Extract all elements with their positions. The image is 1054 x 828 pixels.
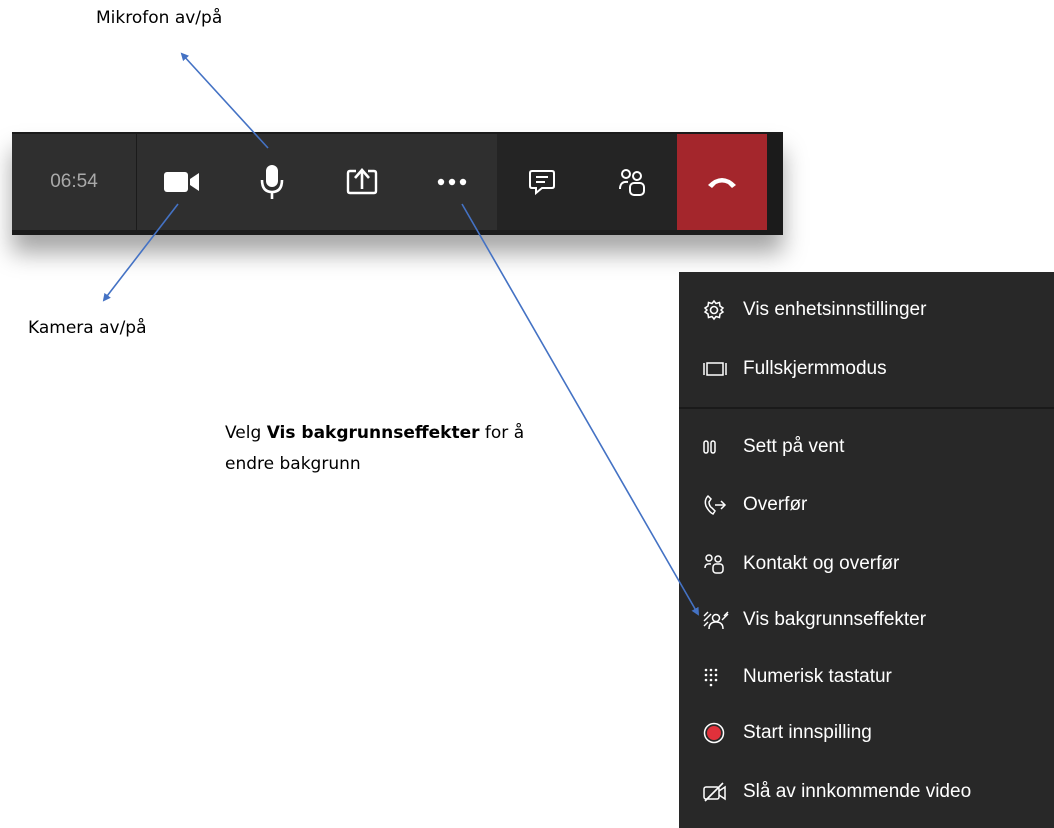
call-toolbar: 06:54 [12, 132, 783, 235]
record-icon [703, 722, 733, 744]
microphone-button[interactable] [227, 134, 317, 230]
instruction-suffix: for å [479, 423, 525, 443]
menu-item-label: Kontakt og overfør [743, 553, 900, 574]
instruction-callout: Velg Vis bakgrunnseffekter for å endre b… [225, 418, 625, 480]
more-options-button[interactable] [407, 134, 497, 230]
microphone-icon [260, 164, 284, 200]
transfer-call-icon [703, 494, 733, 516]
share-screen-button[interactable] [317, 134, 407, 230]
instruction-prefix: Velg [225, 423, 267, 443]
menu-item-start-recording[interactable]: Start innspilling [679, 713, 1054, 753]
gear-icon [703, 299, 733, 321]
mic-callout-label: Mikrofon av/på [96, 8, 223, 28]
dialpad-icon [703, 667, 733, 687]
menu-item-device-settings[interactable]: Vis enhetsinnstillinger [679, 290, 1054, 330]
camera-callout-label: Kamera av/på [28, 318, 147, 338]
share-screen-icon [346, 167, 378, 197]
background-effects-icon [703, 610, 733, 630]
menu-item-background-effects[interactable]: Vis bakgrunnseffekter [679, 600, 1054, 640]
menu-item-dialpad[interactable]: Numerisk tastatur [679, 657, 1054, 697]
call-timer: 06:54 [12, 134, 137, 230]
camera-button[interactable] [137, 134, 227, 230]
menu-item-label: Overfør [743, 494, 808, 515]
menu-item-label: Vis bakgrunnseffekter [743, 609, 927, 630]
menu-item-transfer[interactable]: Overfør [679, 485, 1054, 525]
hang-up-button[interactable] [677, 134, 767, 230]
participants-icon [617, 167, 647, 197]
hang-up-icon [706, 175, 738, 189]
menu-item-consult-transfer[interactable]: Kontakt og overfør [679, 544, 1054, 584]
chat-icon [528, 168, 556, 196]
menu-item-fullscreen[interactable]: Fullskjermmodus [679, 349, 1054, 389]
menu-item-label: Fullskjermmodus [743, 358, 887, 379]
more-options-menu: Vis enhetsinnstillinger Fullskjermmodus … [679, 272, 1054, 828]
menu-item-hold[interactable]: Sett på vent [679, 427, 1054, 467]
video-off-icon [703, 782, 733, 802]
consult-transfer-icon [703, 553, 733, 575]
menu-item-label: Slå av innkommende video [743, 781, 972, 802]
menu-item-label: Vis enhetsinnstillinger [743, 299, 927, 320]
video-camera-icon [164, 170, 200, 194]
menu-item-label: Start innspilling [743, 722, 872, 743]
menu-item-label: Sett på vent [743, 436, 845, 457]
instruction-bold: Vis bakgrunnseffekter [266, 423, 480, 443]
menu-item-turn-off-incoming-video[interactable]: Slå av innkommende video [679, 772, 1054, 812]
background-effects-arrow [461, 203, 699, 616]
participants-button[interactable] [587, 134, 677, 230]
fullscreen-icon [703, 360, 733, 378]
menu-item-label: Numerisk tastatur [743, 666, 892, 687]
menu-divider [679, 407, 1054, 409]
more-options-icon [437, 178, 467, 186]
instruction-line2: endre bakgrunn [225, 454, 361, 474]
pause-icon [703, 440, 733, 454]
chat-button[interactable] [497, 134, 587, 230]
